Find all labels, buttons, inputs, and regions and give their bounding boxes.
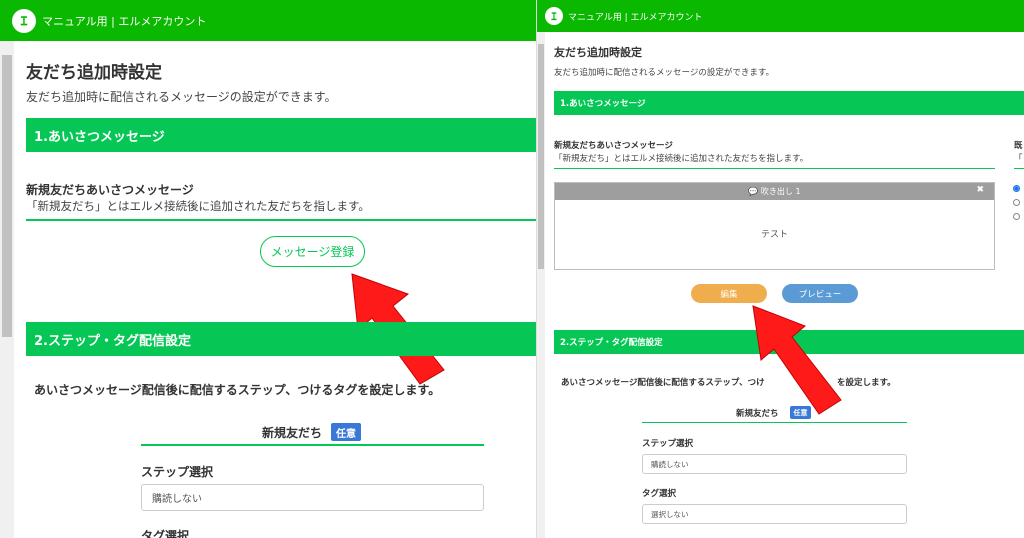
scrollbar-thumb[interactable] [2, 55, 12, 337]
divider [26, 219, 536, 221]
scrollbar-thumb[interactable] [538, 44, 544, 269]
step-select-value: 購読しない [152, 494, 202, 505]
existing-friend-greeting-desc: 「 [1014, 154, 1023, 164]
tag-select[interactable]: 選択しない [642, 504, 907, 524]
new-friend-greeting-desc: 「新規友だち」とはエルメ接続後に追加された友だちを指します。 [26, 199, 370, 213]
app-logo-icon: ｴ [12, 8, 36, 33]
section-header-greeting: 1.あいさつメッセージ [26, 118, 536, 152]
tag-select-label: タグ選択 [141, 529, 190, 538]
divider [642, 422, 907, 423]
message-bubble-card: 💬 吹き出し 1 ✖ テスト [554, 182, 995, 270]
red-arrow-pointer [752, 305, 842, 415]
optional-badge: 任意 [331, 423, 361, 441]
section-header-label: 1.あいさつメッセージ [560, 99, 646, 109]
new-friend-greeting-desc: 「新規友だち」とはエルメ接続後に追加された友だちを指します。 [554, 154, 809, 164]
new-friend-greeting-title: 新規友だちあいさつメッセージ [26, 183, 194, 197]
divider [141, 444, 484, 446]
bubble-body: テスト [760, 229, 788, 240]
tag-select-label: タグ選択 [642, 489, 677, 499]
scrollbar[interactable] [0, 41, 14, 538]
section-header-label: 2.ステップ・タグ配信設定 [34, 333, 191, 349]
bubble-header: 💬 吹き出し 1 ✖ [555, 183, 994, 200]
step-select-label: ステップ選択 [642, 439, 694, 449]
step-select-value: 購読しない [651, 459, 689, 469]
step-select[interactable]: 購読しない [642, 454, 907, 474]
close-icon[interactable]: ✖ [976, 185, 984, 195]
section-header-step-tag: 2.ステップ・タグ配信設定 [26, 322, 536, 356]
step-tag-desc: あいさつメッセージ配信後に配信するステップ、つけ [561, 378, 765, 388]
step-tag-desc: あいさつメッセージ配信後に配信するステップ、つけるタグを設定します。 [34, 383, 441, 397]
new-friend-subheading: 新規友だち [262, 426, 323, 440]
divider [1014, 168, 1024, 169]
top-bar: ｴ マニュアル用 | エルメアカウント [537, 0, 1024, 32]
page-title: 友だち追加時設定 [26, 63, 162, 83]
register-message-button[interactable]: メッセージ登録 [260, 236, 365, 267]
account-title[interactable]: マニュアル用 | エルメアカウント [42, 13, 206, 29]
step-select-label: ステップ選択 [141, 465, 214, 479]
left-screenshot: ｴ マニュアル用 | エルメアカウント 友だち追加時設定 友だち追加時に配信され… [0, 0, 536, 538]
tag-select-value: 選択しない [651, 509, 689, 519]
bubble-header-label: 💬 吹き出し 1 [748, 187, 801, 196]
divider [554, 168, 995, 169]
existing-friend-greeting-title: 既 [1014, 141, 1023, 151]
right-screenshot: ｴ マニュアル用 | エルメアカウント 友だち追加時設定 友だち追加時に配信され… [536, 0, 1024, 538]
step-select[interactable]: 購読しない [141, 484, 484, 511]
preview-button[interactable]: プレビュー [782, 284, 858, 303]
app-logo-icon: ｴ [545, 7, 563, 25]
top-bar: ｴ マニュアル用 | エルメアカウント [0, 0, 536, 41]
radio-option-3[interactable] [1013, 213, 1020, 220]
section-header-label: 1.あいさつメッセージ [34, 129, 165, 145]
section-header-label: 2.ステップ・タグ配信設定 [560, 338, 663, 348]
section-header-greeting: 1.あいさつメッセージ [554, 91, 1024, 115]
edit-button[interactable]: 編集 [691, 284, 767, 303]
account-title[interactable]: マニュアル用 | エルメアカウント [568, 10, 703, 23]
page-description: 友だち追加時に配信されるメッセージの設定ができます。 [26, 90, 337, 104]
page-title: 友だち追加時設定 [554, 46, 642, 59]
radio-option-1[interactable] [1013, 185, 1020, 192]
page-description: 友だち追加時に配信されるメッセージの設定ができます。 [554, 68, 774, 78]
new-friend-greeting-title: 新規友だちあいさつメッセージ [554, 141, 673, 151]
scrollbar[interactable] [537, 32, 545, 538]
radio-option-2[interactable] [1013, 199, 1020, 206]
